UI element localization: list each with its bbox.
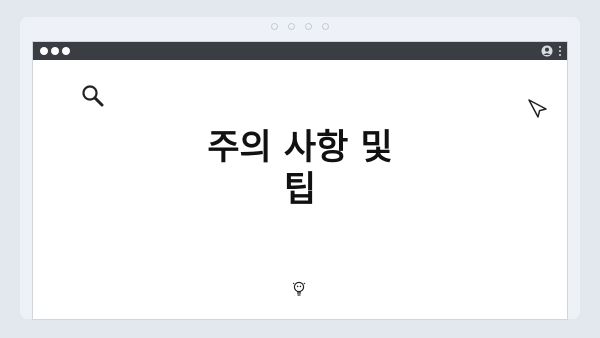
headline-line-2: 팁: [283, 170, 317, 210]
minimize-window-button[interactable]: [51, 47, 59, 55]
frame-dot: [322, 23, 329, 30]
page-headline: 주의 사항 및 팁: [33, 127, 567, 211]
lightbulb-icon: [292, 281, 306, 296]
search-icon: [82, 85, 104, 107]
frame-dot: [288, 23, 295, 30]
close-window-button[interactable]: [40, 47, 48, 55]
account-icon[interactable]: [541, 45, 553, 57]
window-titlebar: [33, 42, 567, 60]
maximize-window-button[interactable]: [62, 47, 70, 55]
browser-window: 주의 사항 및 팁: [32, 41, 568, 320]
frame-dot: [271, 23, 278, 30]
frame-dot: [305, 23, 312, 30]
headline-line-1: 주의 사항 및: [207, 128, 393, 168]
frame-dots: [20, 23, 580, 30]
kebab-menu-icon[interactable]: [558, 45, 562, 57]
cursor-arrow-icon: [528, 99, 547, 118]
